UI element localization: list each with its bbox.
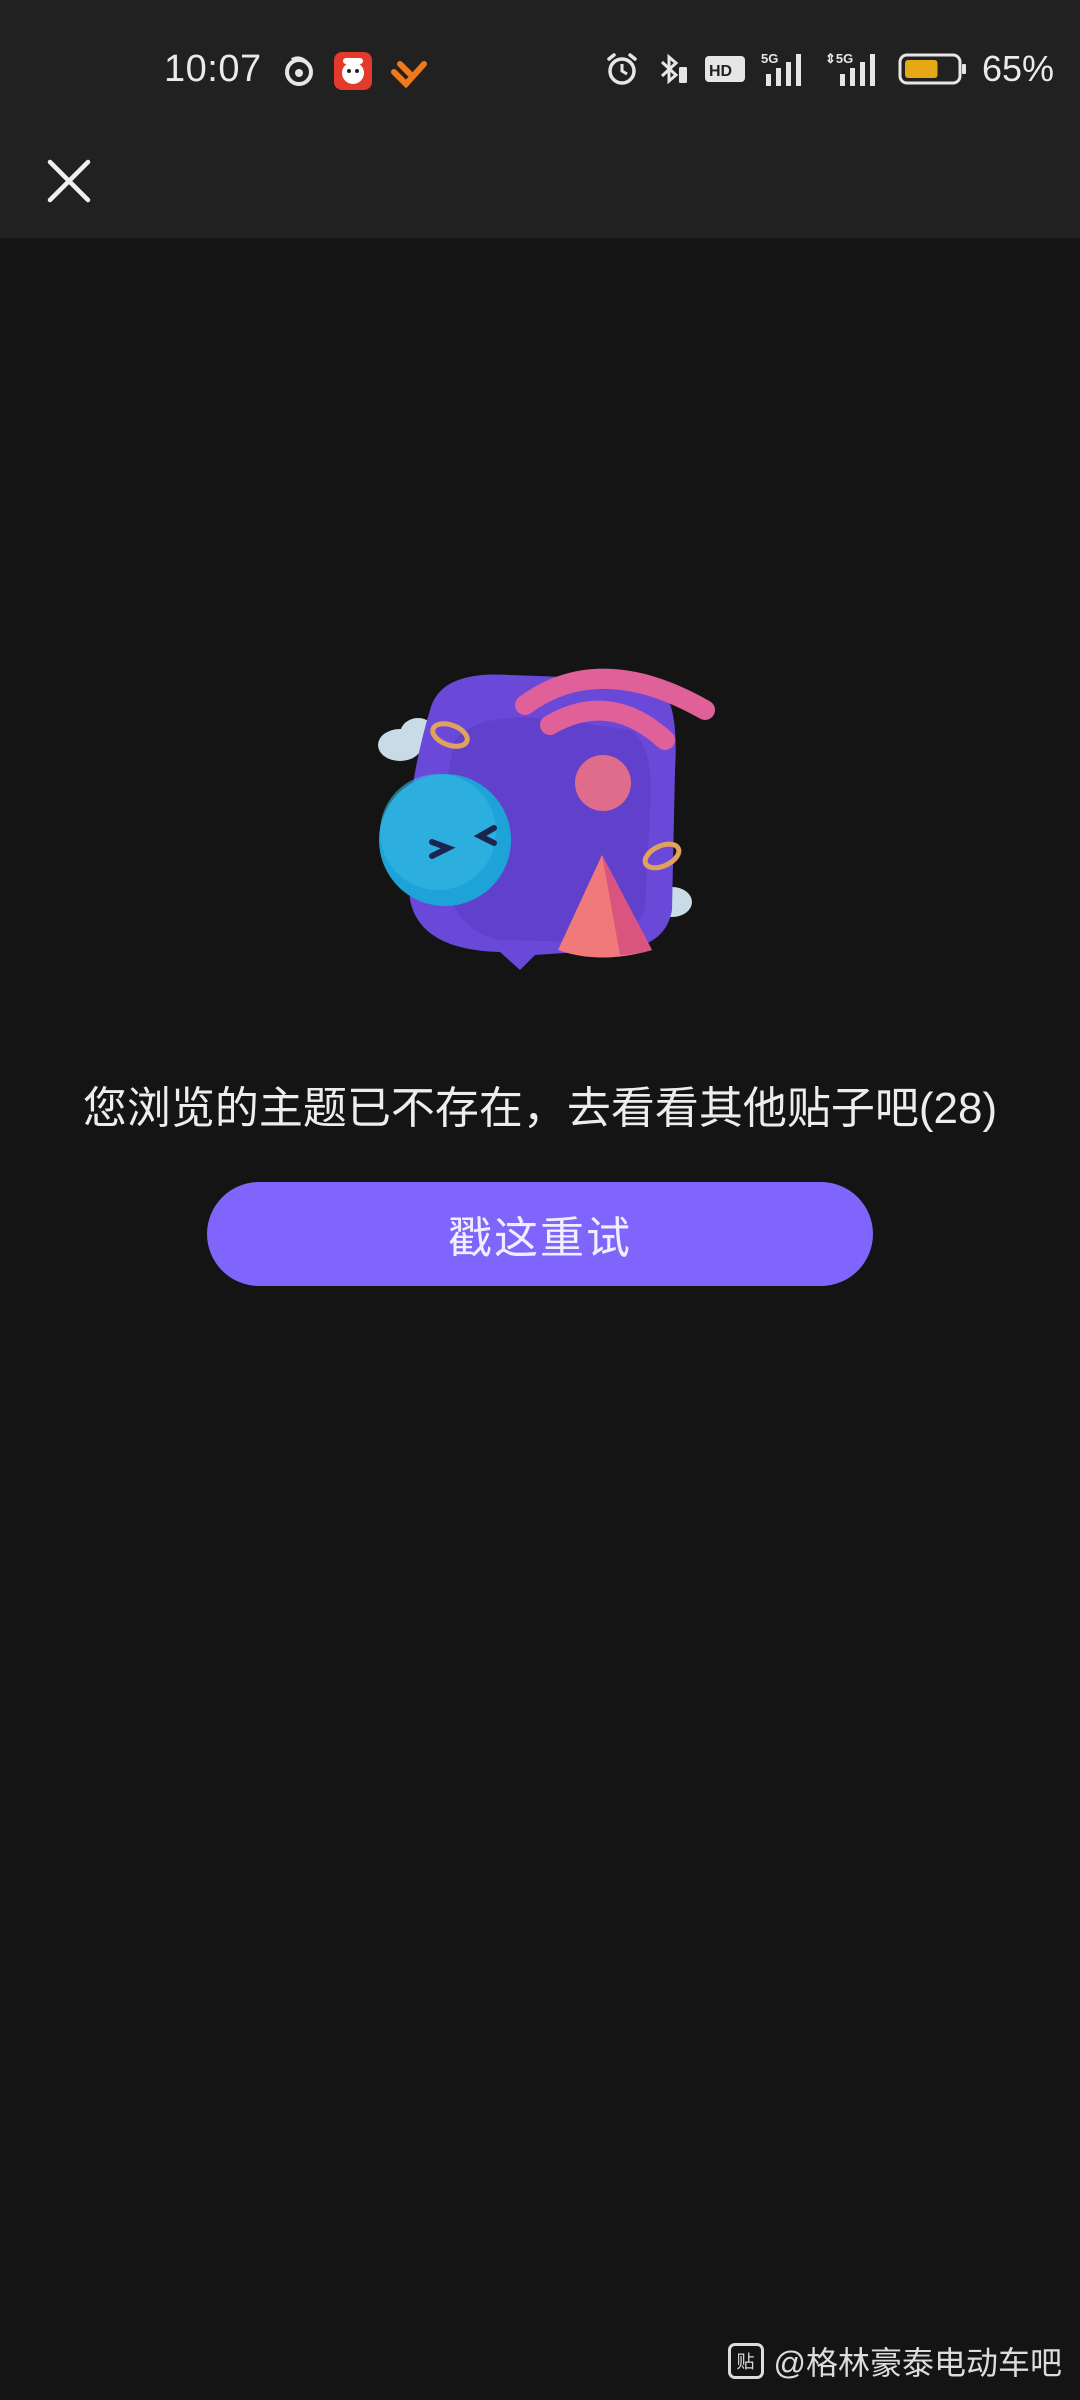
- 5g-signal-icon-2: ⇕5G: [825, 51, 875, 86]
- close-icon[interactable]: [40, 150, 100, 210]
- svg-text:HD: HD: [709, 63, 732, 80]
- red-avatar-app-icon: [334, 52, 372, 90]
- notification-icons: [282, 52, 428, 90]
- top-toolbar: [0, 140, 1080, 238]
- hd-icon: HD: [704, 56, 745, 82]
- battery-icon: [898, 53, 966, 85]
- empty-state-message: 您浏览的主题已不存在，去看看其他贴子吧(28): [82, 1084, 998, 1133]
- orange-heart-app-icon: [391, 61, 427, 88]
- watermark-text: @格林豪泰电动车吧: [773, 2345, 1063, 2381]
- status-time: 10:07: [164, 48, 262, 90]
- swirl-app-icon: [285, 56, 313, 86]
- 5g-signal-icon: 5G: [761, 51, 801, 86]
- empty-state-illustration: [378, 668, 715, 970]
- watermark: 贴 @格林豪泰电动车吧: [727, 2338, 1063, 2384]
- status-bar: 10:07 HD 5G ⇕5G 65%: [0, 0, 1080, 140]
- svg-text:5G: 5G: [761, 51, 778, 66]
- system-icons: HD 5G ⇕5G 65%: [604, 48, 1054, 90]
- tieba-logo-icon: 贴: [727, 2343, 764, 2379]
- bluetooth-icon: [660, 53, 687, 85]
- alarm-icon: [607, 53, 637, 85]
- svg-text:⇕5G: ⇕5G: [825, 51, 853, 66]
- retry-button[interactable]: 戳这重试: [207, 1182, 873, 1286]
- battery-percent: 65%: [981, 48, 1054, 89]
